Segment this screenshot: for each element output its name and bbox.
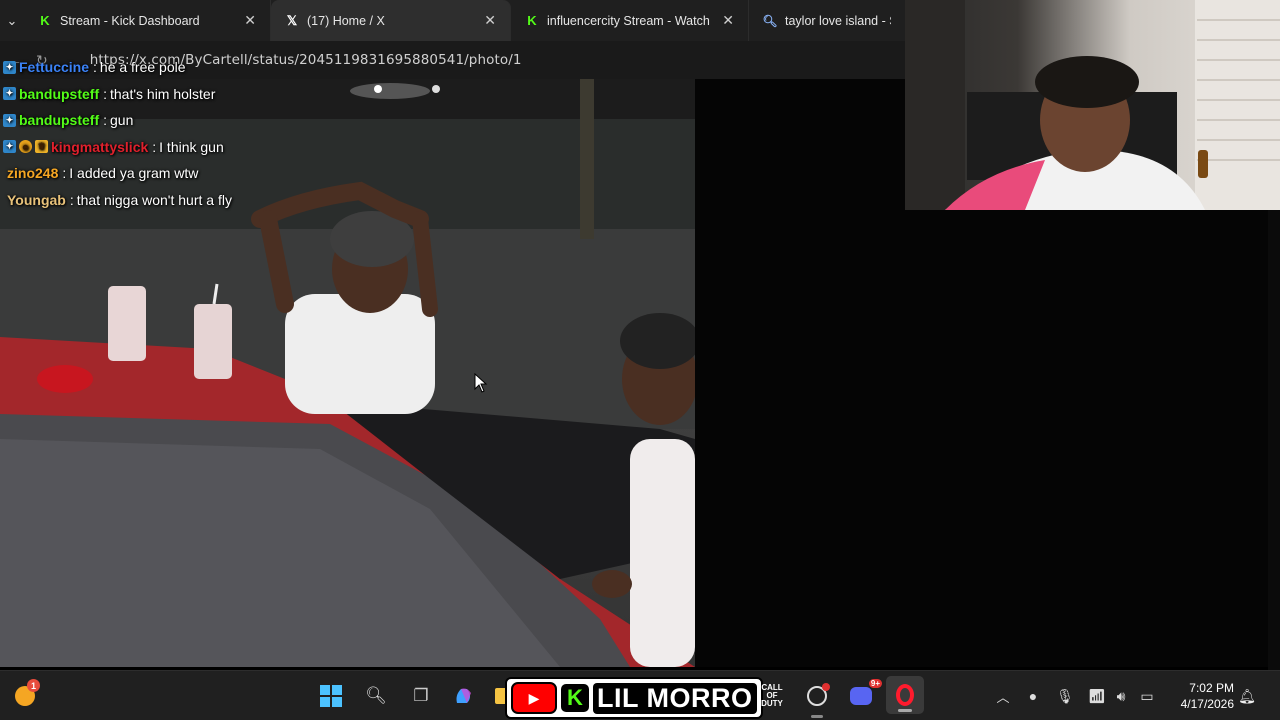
recording-dot-icon: [822, 683, 830, 691]
copilot-icon[interactable]: [451, 683, 477, 709]
tab-search[interactable]: 🔍︎ taylor love island - Sear: [749, 0, 905, 41]
mouse-pointer-icon: [474, 373, 488, 393]
system-clock[interactable]: 7:02 PM 4/17/2026: [1168, 680, 1234, 712]
chat-message: zino248 : I added ya gram wtw: [3, 160, 232, 187]
chat-separator: :: [69, 191, 74, 208]
chat-username: bandupsteff: [19, 85, 100, 102]
microphone-icon[interactable]: 🎙︎: [1052, 683, 1078, 709]
start-button[interactable]: [318, 683, 344, 709]
wifi-icon[interactable]: 📶︎: [1084, 683, 1110, 709]
chat-text: that nigga won't hurt a fly: [76, 191, 232, 208]
call-of-duty-icon[interactable]: CALL OF DUTY: [760, 683, 784, 709]
kick-icon: K: [40, 13, 50, 28]
volume-icon[interactable]: 🔊︎: [1108, 683, 1134, 709]
chat-separator: :: [103, 112, 107, 129]
clock-time: 7:02 PM: [1189, 681, 1234, 695]
clock-date: 4/17/2026: [1180, 697, 1234, 711]
subscriber-badge-icon: ✦: [3, 140, 16, 154]
chat-message: ✦ Fettuccine : he a free pole: [3, 54, 232, 81]
tray-app-icon[interactable]: ●: [1020, 683, 1046, 709]
tab-kick-dashboard[interactable]: K Stream - Kick Dashboard ✕: [24, 0, 271, 41]
show-hidden-icons-chevron-icon[interactable]: ︿: [990, 683, 1016, 709]
tab-title: (17) Home / X: [307, 13, 385, 28]
chat-message: ✦ ☻ ♛ kingmattyslick : I think gun: [3, 134, 232, 161]
kick-logo-icon: K: [561, 684, 589, 712]
tab-influencercity-stream[interactable]: K influencercity Stream - Watch Live ✕: [511, 0, 749, 41]
chat-separator: :: [103, 85, 107, 102]
weather-notification-badge: 1: [27, 679, 40, 692]
opera-gx-icon[interactable]: [886, 676, 924, 714]
subscriber-badge-icon: ✦: [3, 60, 16, 74]
search-icon[interactable]: 🔍︎: [363, 683, 389, 709]
subscriber-badge-icon: ✦: [3, 87, 16, 101]
task-view-icon[interactable]: ❐: [408, 683, 434, 709]
chat-username: zino248: [7, 165, 59, 182]
window-edge: [1268, 210, 1280, 670]
subscriber-badge-icon: ✦: [3, 113, 16, 127]
tab-title: influencercity Stream - Watch Live: [547, 13, 714, 28]
weather-widget[interactable]: 1: [12, 679, 40, 709]
stream-chat-overlay: ✦ Fettuccine : he a free pole ✦ bandupst…: [3, 54, 232, 213]
chat-username: Fettuccine: [19, 59, 90, 76]
obs-icon[interactable]: [804, 683, 830, 718]
tab-title: Stream - Kick Dashboard: [60, 13, 200, 28]
chat-text: he a free pole: [99, 59, 186, 76]
kick-icon: K: [527, 13, 537, 28]
search-icon: 🔍︎: [762, 13, 778, 28]
chat-message: ✦ bandupsteff : gun: [3, 107, 232, 134]
crown-badge-icon: ♛: [35, 140, 48, 154]
discord-icon[interactable]: 9+: [848, 679, 882, 709]
streamer-banner: ▶ K LIL MORRO: [505, 677, 763, 719]
streamer-webcam-feed: [905, 0, 1280, 210]
notifications-bell-icon[interactable]: 🔔︎: [1234, 683, 1260, 709]
chat-text: gun: [110, 112, 134, 129]
chat-message: ✦ bandupsteff : that's him holster: [3, 81, 232, 108]
streamer-name: LIL MORRO: [593, 682, 757, 714]
call-of-duty-label: CALL OF DUTY: [761, 683, 783, 708]
webcam-overlay: [905, 0, 1280, 210]
windows-logo-icon: [320, 685, 342, 707]
chat-username: kingmattyslick: [51, 138, 149, 155]
tab-list-chevron-icon[interactable]: ⌄: [0, 0, 24, 41]
browser-tab-strip: ⌄ K Stream - Kick Dashboard ✕ 𝕏 (17) Hom…: [0, 0, 905, 41]
x-icon: 𝕏: [286, 12, 298, 28]
battery-icon[interactable]: ▭: [1134, 683, 1160, 709]
chat-username: bandupsteff: [19, 112, 100, 129]
discord-notification-badge: 9+: [868, 679, 882, 688]
close-icon[interactable]: ✕: [722, 12, 734, 29]
chat-text: that's him holster: [110, 85, 216, 102]
chat-text: I added ya gram wtw: [69, 165, 199, 182]
og-badge-icon: ☻: [19, 140, 32, 154]
chat-separator: :: [62, 165, 67, 182]
close-icon[interactable]: ✕: [244, 12, 256, 29]
chat-message: Youngab : that nigga won't hurt a fly: [3, 187, 232, 214]
chat-separator: :: [93, 59, 97, 76]
chat-text: I think gun: [159, 138, 224, 155]
tab-title: taylor love island - Sear: [785, 13, 891, 28]
youtube-icon: ▶: [511, 682, 557, 714]
windows-taskbar: 1 🔍︎ ❐ ▶ K LIL MORRO CALL OF DUTY 9+ ︿ ●…: [0, 670, 1280, 720]
close-icon[interactable]: ✕: [484, 12, 496, 29]
chat-username: Youngab: [7, 191, 66, 208]
tab-x-home[interactable]: 𝕏 (17) Home / X ✕: [271, 0, 511, 41]
chat-separator: :: [152, 138, 157, 155]
